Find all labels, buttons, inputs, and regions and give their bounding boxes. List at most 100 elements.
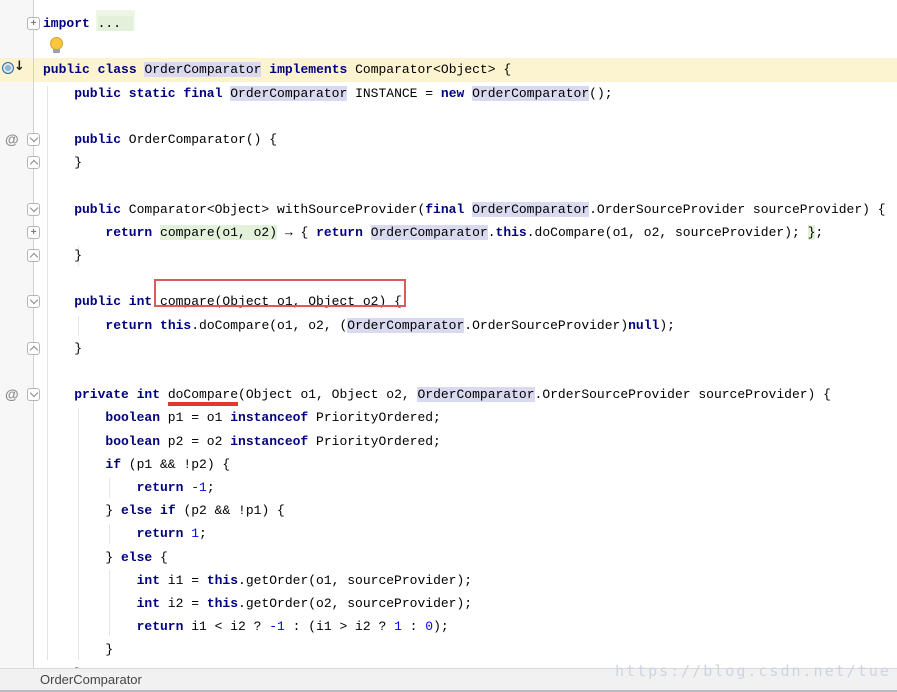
code-token: instanceof (230, 434, 308, 449)
intention-bulb-icon[interactable] (49, 37, 63, 53)
fold-expand-icon[interactable] (27, 226, 40, 239)
code-token: { (152, 550, 168, 565)
code-line[interactable]: public OrderComparator() { (0, 128, 897, 151)
code-line[interactable]: return compare(o1, o2) → { return OrderC… (0, 221, 897, 244)
code-token: .OrderSourceProvider sourceProvider) { (589, 202, 885, 217)
code-token: i1 < i2 ? (183, 619, 269, 634)
code-token: .OrderSourceProvider) (464, 318, 628, 333)
fold-collapse-end-icon[interactable] (27, 342, 40, 355)
code-token: this (160, 318, 191, 333)
code-token: PriorityOrdered; (308, 410, 441, 425)
code-line[interactable]: return i1 < i2 ? -1 : (i1 > i2 ? 1 : 0); (0, 615, 897, 638)
code-token: ; (815, 225, 823, 240)
highlighted-identifier: OrderComparator (144, 62, 261, 77)
fold-collapse-end-icon[interactable] (27, 156, 40, 169)
code-token: public (74, 202, 121, 217)
code-line[interactable] (0, 105, 897, 128)
code-token: implements (269, 62, 347, 77)
code-line[interactable]: } (0, 244, 897, 267)
code-line[interactable]: boolean p2 = o2 instanceof PriorityOrder… (0, 430, 897, 453)
code-token (363, 225, 371, 240)
code-line[interactable] (0, 267, 897, 290)
breadcrumb-item-class[interactable]: OrderComparator (40, 671, 142, 689)
folded-code-token: compare(o1, o2) (160, 225, 277, 240)
code-line[interactable]: return -1; (0, 476, 897, 499)
code-token: final (425, 202, 464, 217)
code-token: else (121, 503, 152, 518)
code-token: : (402, 619, 425, 634)
at-annotation-icon: @ (5, 386, 23, 402)
code-line[interactable]: } (0, 638, 897, 661)
code-line[interactable] (0, 174, 897, 197)
code-token: boolean (105, 410, 160, 425)
code-line[interactable]: import ... (0, 12, 897, 35)
code-line[interactable]: } (0, 337, 897, 360)
code-token: .getOrder(o2, sourceProvider); (238, 596, 472, 611)
code-line[interactable] (0, 35, 897, 58)
code-token (152, 503, 160, 518)
fold-collapse-start-icon[interactable] (27, 203, 40, 216)
marker-circle-glyph (2, 62, 14, 74)
highlighted-identifier: OrderComparator (472, 86, 589, 101)
highlighted-identifier: OrderComparator (472, 202, 589, 217)
code-line[interactable]: private int doCompare(Object o1, Object … (0, 383, 897, 406)
code-line[interactable]: return 1; (0, 522, 897, 545)
highlighted-identifier: OrderComparator (347, 318, 464, 333)
code-token (152, 318, 160, 333)
code-token: p1 = o1 (160, 410, 230, 425)
code-token: boolean (105, 434, 160, 449)
fold-collapse-start-icon[interactable] (27, 295, 40, 308)
code-token: 0 (425, 619, 433, 634)
code-token: if (160, 503, 176, 518)
code-line[interactable]: } else if (p2 && !p1) { (0, 499, 897, 522)
code-token: (p1 && !p2) { (121, 457, 230, 472)
code-line[interactable]: public int compare(Object o1, Object o2)… (0, 290, 897, 313)
code-token: ; (199, 526, 207, 541)
code-line[interactable]: return this.doCompare(o1, o2, (OrderComp… (0, 314, 897, 337)
code-token: .doCompare(o1, o2, ( (191, 318, 347, 333)
code-token: p2 = o2 (160, 434, 230, 449)
red-underline-annotation: doCompare (168, 387, 238, 406)
code-token (90, 16, 98, 31)
code-token (464, 202, 472, 217)
code-line[interactable]: if (p1 && !p2) { (0, 453, 897, 476)
code-token: PriorityOrdered; (308, 434, 441, 449)
code-token: return (316, 225, 363, 240)
code-token: . (488, 225, 496, 240)
code-token: } (105, 550, 121, 565)
code-token: public static final (74, 86, 222, 101)
code-line[interactable]: public Comparator<Object> withSourceProv… (0, 198, 897, 221)
code-token: 1 (191, 526, 199, 541)
code-token: : (i1 > i2 ? (285, 619, 394, 634)
code-token (160, 387, 168, 402)
fold-collapse-end-icon[interactable] (27, 249, 40, 262)
code-line[interactable]: } (0, 151, 897, 174)
code-line[interactable]: int i1 = this.getOrder(o1, sourceProvide… (0, 569, 897, 592)
folded-code-token: ... (98, 16, 133, 31)
code-token (152, 225, 160, 240)
highlighted-identifier: OrderComparator (371, 225, 488, 240)
code-line[interactable]: boolean p1 = o1 instanceof PriorityOrder… (0, 406, 897, 429)
editor-root: ↓@@ import ...public class OrderComparat… (0, 0, 897, 692)
code-line[interactable] (0, 360, 897, 383)
code-token: public class (43, 62, 137, 77)
code-token: return (137, 480, 184, 495)
code-token: int (137, 573, 160, 588)
code-token: this (207, 596, 238, 611)
red-box-annotation: compare(Object o1, Object o2) { (160, 294, 402, 309)
fold-expand-icon[interactable] (27, 17, 40, 30)
code-token: -1 (191, 480, 207, 495)
code-line[interactable]: public class OrderComparator implements … (0, 58, 897, 81)
implements-marker-icon[interactable]: ↓ (2, 61, 26, 77)
fold-collapse-start-icon[interactable] (27, 133, 40, 146)
code-token: ; (207, 480, 215, 495)
code-line[interactable]: int i2 = this.getOrder(o2, sourceProvide… (0, 592, 897, 615)
fold-collapse-start-icon[interactable] (27, 388, 40, 401)
code-line[interactable]: public static final OrderComparator INST… (0, 82, 897, 105)
code-token: ); (659, 318, 675, 333)
code-token: → { (277, 225, 316, 240)
code-token: return (105, 225, 152, 240)
code-token: return (105, 318, 152, 333)
code-line[interactable]: } else { (0, 546, 897, 569)
code-token: null (628, 318, 659, 333)
